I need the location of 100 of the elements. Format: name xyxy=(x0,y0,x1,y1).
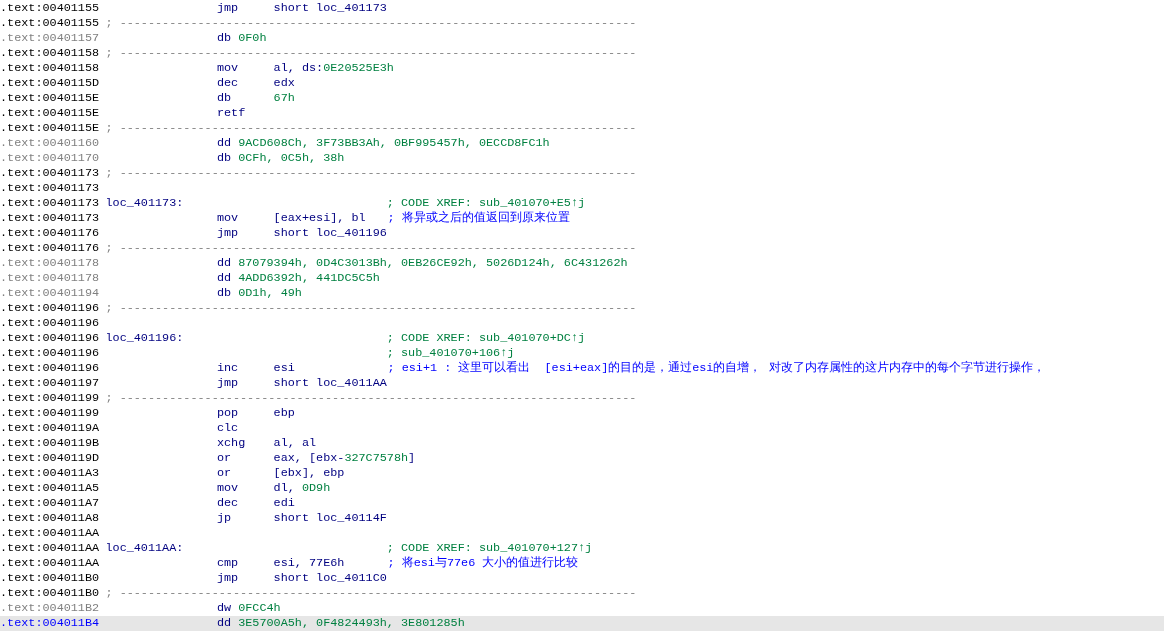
listing-row[interactable]: .text:004011B0 jmp short loc_4011C0 xyxy=(0,571,1164,586)
listing-row[interactable]: .text:00401173 ; ------------------------------------------------------------------------- xyxy=(0,166,1164,181)
listing-row[interactable]: .text:00401196 ; ------------------------------------------------------------------------- xyxy=(0,301,1164,316)
listing-row[interactable]: .text:00401158 mov al, ds:0E20525E3h xyxy=(0,61,1164,76)
mnemonic: dd xyxy=(216,616,232,631)
operand: [ebx], ebp xyxy=(273,466,345,480)
mnemonic: or xyxy=(216,451,233,466)
listing-row[interactable]: .text:0040115E retf xyxy=(0,106,1164,121)
line-address: .text:0040119A xyxy=(0,421,101,436)
listing-row[interactable]: .text:004011A8 jp short loc_40114F xyxy=(0,511,1164,526)
line-address: .text:00401173 xyxy=(0,181,101,196)
operand: ebp xyxy=(273,406,295,420)
listing-row[interactable]: .text:00401173 mov [eax+esi], bl ; 将异或之后的值返回到原来位置 xyxy=(0,211,1164,226)
listing-row[interactable]: .text:00401199 ; ------------------------------------------------------------------------- xyxy=(0,391,1164,406)
listing-row[interactable]: .text:00401155 ; ------------------------------------------------------------------------- xyxy=(0,16,1164,31)
comment: ; CODE XREF: sub_401070+E5↑j xyxy=(386,196,586,211)
operand: 4ADD6392h, 441DC5C5h xyxy=(238,271,380,286)
listing-row[interactable]: .text:0040119A clc xyxy=(0,421,1164,436)
separator-text: ; ------------------------------------------------------------------------- xyxy=(105,121,637,136)
listing-row[interactable]: .text:0040115E db 67h xyxy=(0,91,1164,106)
listing-row[interactable]: .text:0040119D or eax, [ebx-327C7578h] xyxy=(0,451,1164,466)
line-address: .text:0040119B xyxy=(0,436,101,451)
listing-row[interactable]: .text:00401173 loc_401173: ; CODE XREF: sub_401070+E5↑j xyxy=(0,196,1164,211)
line-address: .text:00401194 xyxy=(0,286,101,301)
line-address: .text:004011B2 xyxy=(0,601,101,616)
mnemonic: dw xyxy=(216,601,232,616)
listing-row[interactable]: .text:00401196 xyxy=(0,316,1164,331)
line-address: .text:00401155 xyxy=(0,1,101,16)
operand: short loc_40114F xyxy=(273,511,387,525)
listing-row[interactable]: .text:004011A5 mov dl, 0D9h xyxy=(0,481,1164,496)
listing-row[interactable]: .text:00401194 db 0D1h, 49h xyxy=(0,286,1164,301)
mnemonic: dec xyxy=(216,76,240,91)
line-address: .text:004011A7 xyxy=(0,496,101,511)
line-address: .text:0040115E xyxy=(0,106,101,121)
listing-row[interactable]: .text:00401196 ; sub_401070+106↑j xyxy=(0,346,1164,361)
mnemonic: db xyxy=(216,151,232,166)
listing-row[interactable]: .text:00401178 dd 87079394h, 0D4C3013Bh, 0EB26CE92h, 5026D124h, 6C431262h xyxy=(0,256,1164,271)
listing-row[interactable]: .text:004011B0 ; ------------------------------------------------------------------------- xyxy=(0,586,1164,601)
line-address: .text:00401173 xyxy=(0,166,101,181)
line-address: .text:00401155 xyxy=(0,16,101,31)
comment: ; 将异或之后的值返回到原来位置 xyxy=(387,211,570,226)
listing-row[interactable]: .text:004011AA loc_4011AA: ; CODE XREF: sub_401070+127↑j xyxy=(0,541,1164,556)
line-address: .text:004011B0 xyxy=(0,571,101,586)
mnemonic: cmp xyxy=(216,556,240,571)
listing-row[interactable]: .text:00401176 jmp short loc_401196 xyxy=(0,226,1164,241)
listing-row[interactable]: .text:0040119B xchg al, al xyxy=(0,436,1164,451)
operand: edi xyxy=(273,496,295,510)
listing-row[interactable]: .text:004011AA cmp esi, 77E6h ; 将esi与77e6 大小的值进行比较 xyxy=(0,556,1164,571)
line-address: .text:004011A3 xyxy=(0,466,101,481)
listing-row[interactable]: .text:00401170 db 0CFh, 0C5h, 38h xyxy=(0,151,1164,166)
line-address: .text:00401173 xyxy=(0,196,101,211)
line-address: .text:00401196 xyxy=(0,316,101,331)
listing-row[interactable]: .text:0040115D dec edx xyxy=(0,76,1164,91)
line-address: .text:00401173 xyxy=(0,211,101,226)
separator-text: ; ------------------------------------------------------------------------- xyxy=(105,46,637,61)
line-address: .text:00401197 xyxy=(0,376,101,391)
listing-row[interactable]: .text:00401158 ; ------------------------------------------------------------------------- xyxy=(0,46,1164,61)
operand: esi xyxy=(273,361,295,375)
listing-row[interactable]: .text:00401196 inc esi ; esi+1 : 这里可以看出 [esi+eax]的目的是，通过esi的自增， 对改了内存属性的这片内存中的每个字节进行操作， xyxy=(0,361,1164,376)
mnemonic: inc xyxy=(216,361,240,376)
comment: ; 将esi与77e6 大小的值进行比较 xyxy=(387,556,579,571)
line-address: .text:00401199 xyxy=(0,406,101,421)
listing-row[interactable]: .text:00401157 db 0F0h xyxy=(0,31,1164,46)
mnemonic: mov xyxy=(216,61,240,76)
listing-row[interactable]: .text:00401176 ; ------------------------------------------------------------------------- xyxy=(0,241,1164,256)
listing-row[interactable]: .text:004011B4 dd 3E5700A5h, 0F4824493h, 3E801285h xyxy=(0,616,1164,631)
code-label: loc_4011AA: xyxy=(105,541,184,555)
line-address: .text:004011AA xyxy=(0,541,101,556)
mnemonic: db xyxy=(216,31,232,46)
line-address: .text:004011B0 xyxy=(0,586,101,601)
operand: esi, 77E6h xyxy=(273,556,345,570)
separator-text: ; ------------------------------------------------------------------------- xyxy=(105,391,637,406)
listing-row[interactable]: .text:00401196 loc_401196: ; CODE XREF: sub_401070+DC↑j xyxy=(0,331,1164,346)
operand: 0D1h, 49h xyxy=(238,286,302,301)
listing-row[interactable]: .text:00401155 jmp short loc_401173 xyxy=(0,1,1164,16)
listing-row[interactable]: .text:004011A3 or [ebx], ebp xyxy=(0,466,1164,481)
mnemonic: db xyxy=(216,91,233,106)
listing-row[interactable]: .text:00401160 dd 9ACD608Ch, 3F73BB3Ah, 0BF995457h, 0ECCD8FC1h xyxy=(0,136,1164,151)
listing-row[interactable]: .text:004011A7 dec edi xyxy=(0,496,1164,511)
line-address: .text:004011AA xyxy=(0,556,101,571)
listing-row[interactable]: .text:004011AA xyxy=(0,526,1164,541)
line-address: .text:0040115E xyxy=(0,121,101,136)
line-address: .text:00401158 xyxy=(0,46,101,61)
listing-row[interactable]: .text:00401199 pop ebp xyxy=(0,406,1164,421)
listing-row[interactable]: .text:004011B2 dw 0FCC4h xyxy=(0,601,1164,616)
listing-row[interactable]: .text:00401173 xyxy=(0,181,1164,196)
operand: edx xyxy=(273,76,295,90)
mnemonic: dec xyxy=(216,496,240,511)
separator-text: ; ------------------------------------------------------------------------- xyxy=(105,241,637,256)
operand: short loc_4011C0 xyxy=(273,571,387,585)
line-address: .text:004011AA xyxy=(0,526,101,541)
mnemonic: jmp xyxy=(216,1,240,16)
operand: short loc_401196 xyxy=(273,226,387,240)
mnemonic: or xyxy=(216,466,233,481)
comment: ; CODE XREF: sub_401070+127↑j xyxy=(386,541,593,556)
listing-row[interactable]: .text:0040115E ; ------------------------------------------------------------------------- xyxy=(0,121,1164,136)
mnemonic: pop xyxy=(216,406,240,421)
comment: ; CODE XREF: sub_401070+DC↑j xyxy=(386,331,586,346)
listing-row[interactable]: .text:00401178 dd 4ADD6392h, 441DC5C5h xyxy=(0,271,1164,286)
listing-row[interactable]: .text:00401197 jmp short loc_4011AA xyxy=(0,376,1164,391)
